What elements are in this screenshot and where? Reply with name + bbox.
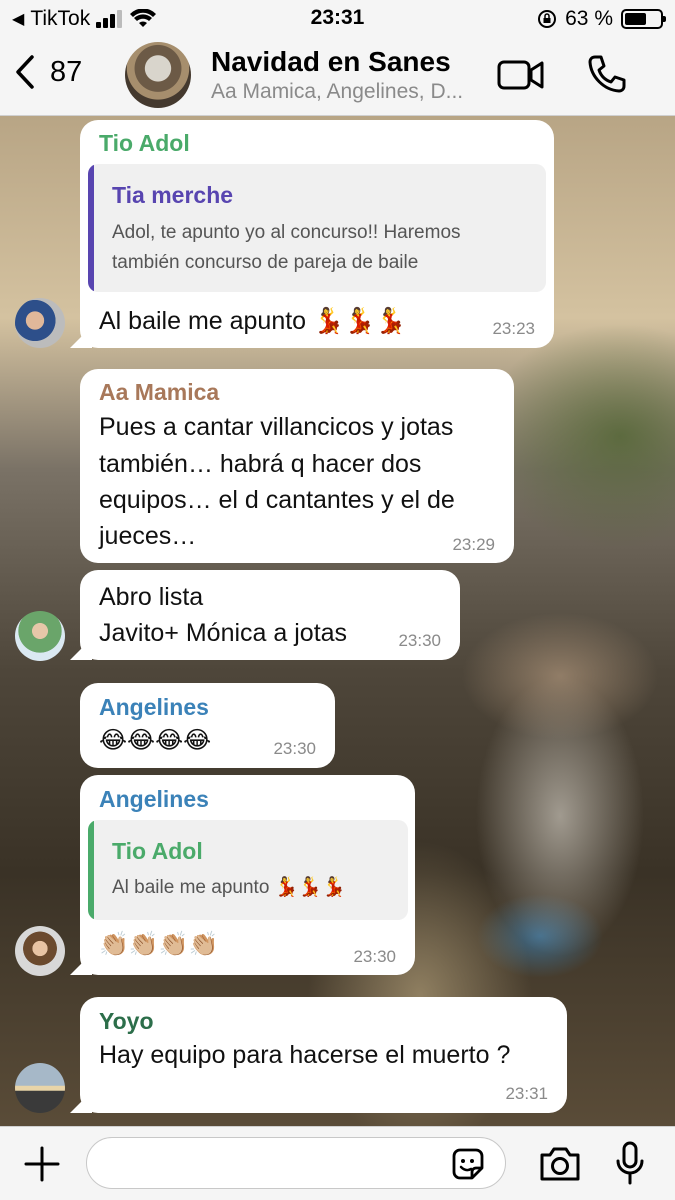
quote-text: Al baile me apunto 💃💃💃 xyxy=(112,877,346,898)
message-text: Hay equipo para hacerse el muerto ? xyxy=(99,1041,511,1069)
avatar[interactable] xyxy=(15,926,65,976)
message-sender: Angelines xyxy=(99,694,209,720)
input-bar xyxy=(0,1126,675,1200)
message-text: 😂😂😂😂 xyxy=(99,727,212,754)
battery-percent: 63 % xyxy=(565,7,613,30)
quote-bar xyxy=(88,820,94,920)
chat-header: 87 Navidad en Sanes Aa Mamica, Angelines… xyxy=(0,38,675,116)
avatar[interactable] xyxy=(15,611,65,661)
chevron-left-icon xyxy=(16,55,34,89)
quote-bar xyxy=(88,164,94,292)
group-avatar[interactable] xyxy=(125,42,191,108)
message-time: 23:23 xyxy=(492,319,535,338)
avatar[interactable] xyxy=(15,1063,65,1113)
message-bubble[interactable]: Angelines Tio Adol Al baile me apunto 💃💃… xyxy=(80,775,415,975)
message-text-line: Javito+ Mónica a jotas xyxy=(99,619,348,647)
camera-icon[interactable] xyxy=(538,1145,582,1183)
quote-sender: Tio Adol xyxy=(112,838,203,864)
message-time: 23:31 xyxy=(505,1084,548,1103)
chat-title: Navidad en Sanes xyxy=(211,46,451,77)
message-bubble[interactable]: Tio Adol Tia merche Adol, te apunto yo a… xyxy=(80,120,554,348)
back-button[interactable]: 87 xyxy=(14,54,82,90)
message-bubble[interactable]: Yoyo Hay equipo para hacerse el muerto ?… xyxy=(80,997,567,1113)
chat-info[interactable]: Navidad en Sanes Aa Mamica, Angelines, D… xyxy=(211,46,491,104)
message-sender: Tio Adol xyxy=(99,130,190,156)
message-sender: Yoyo xyxy=(99,1008,154,1034)
battery-fill xyxy=(625,13,647,25)
message-text-line: equipos… el d cantantes y el de xyxy=(99,486,455,514)
battery-icon xyxy=(621,9,666,29)
message-bubble[interactable]: Angelines 😂😂😂😂 23:30 xyxy=(80,683,335,768)
rotation-lock-icon xyxy=(538,10,557,28)
message-sender: Angelines xyxy=(99,786,209,812)
message-bubble[interactable]: Abro lista Javito+ Mónica a jotas 23:30 xyxy=(80,570,460,660)
message-input[interactable] xyxy=(86,1137,506,1189)
sticker-icon[interactable] xyxy=(450,1146,486,1182)
quoted-message[interactable]: Tia merche Adol, te apunto yo al concurs… xyxy=(88,164,546,292)
message-sender: Aa Mamica xyxy=(99,379,220,405)
status-bar: ◀ TikTok 23:31 63 % xyxy=(0,0,675,38)
quote-text-line: también concurso de pareja de baile xyxy=(112,252,419,273)
message-time: 23:30 xyxy=(353,947,396,966)
message-time: 23:29 xyxy=(452,535,495,554)
message-text: 👏🏼👏🏼👏🏼👏🏼 xyxy=(99,931,219,958)
unread-count: 87 xyxy=(50,55,83,88)
quoted-message[interactable]: Tio Adol Al baile me apunto 💃💃💃 xyxy=(88,820,408,920)
message-text-line: Pues a cantar villancicos y jotas xyxy=(99,413,454,441)
message-text-line: Abro lista xyxy=(99,583,204,611)
message-text: Al baile me apunto 💃💃💃 xyxy=(99,307,407,335)
phone-call-icon[interactable] xyxy=(587,54,627,94)
chat-participants: Aa Mamica, Angelines, D... xyxy=(211,80,464,103)
message-bubble[interactable]: Aa Mamica Pues a cantar villancicos y jo… xyxy=(80,369,514,563)
avatar[interactable] xyxy=(15,298,65,348)
message-text-line: jueces… xyxy=(99,522,197,550)
message-text-line: también… habrá q hacer dos xyxy=(99,450,422,478)
quote-text-line: Adol, te apunto yo al concurso!! Haremos xyxy=(112,222,461,243)
video-call-icon[interactable] xyxy=(497,58,545,92)
message-time: 23:30 xyxy=(273,739,316,758)
quote-sender: Tia merche xyxy=(112,182,234,208)
microphone-icon[interactable] xyxy=(614,1141,646,1185)
plus-icon[interactable] xyxy=(24,1146,60,1182)
message-time: 23:30 xyxy=(398,631,441,650)
